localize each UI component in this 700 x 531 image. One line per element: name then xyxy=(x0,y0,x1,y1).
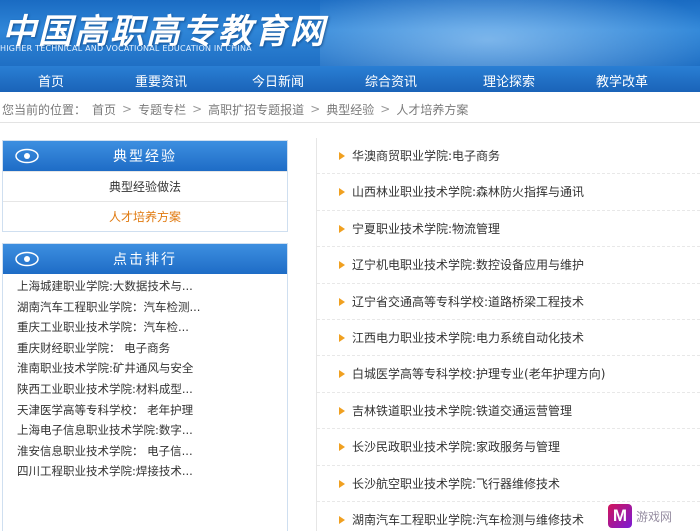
arrow-right-icon xyxy=(339,406,345,415)
ranking-item[interactable]: 淮安信息职业技术学院： 电子信... xyxy=(3,441,287,462)
breadcrumb-label: 您当前的位置： xyxy=(2,102,87,117)
article-list: 华澳商贸职业学院:电子商务 山西林业职业技术学院:森林防火指挥与通讯 宁夏职业技… xyxy=(316,138,700,531)
sidebar-link-talent-plan[interactable]: 人才培养方案 xyxy=(3,201,287,231)
breadcrumb-separator: > xyxy=(310,102,321,116)
list-item-title[interactable]: 辽宁省交通高等专科学校:道路桥梁工程技术 xyxy=(352,295,584,309)
list-item-title[interactable]: 吉林铁道职业技术学院:铁道交通运营管理 xyxy=(352,404,572,418)
breadcrumb: 您当前的位置： 首页 > 专题专栏 > 高职扩招专题报道 > 典型经验 > 人才… xyxy=(2,99,468,119)
ranking-item[interactable]: 重庆财经职业学院： 电子商务 xyxy=(3,338,287,359)
ranking-item[interactable]: 重庆工业职业技术学院：汽车检... xyxy=(3,317,287,338)
site-header: 中国高职高专教育网 HIGHER TECHNICAL AND VOCATIONA… xyxy=(0,0,700,66)
breadcrumb-item-home[interactable]: 首页 xyxy=(92,101,116,118)
sidebar-title: 点击排行 xyxy=(113,252,177,268)
breadcrumb-divider xyxy=(0,122,700,123)
sidebar-header: 典型经验 xyxy=(3,141,287,171)
breadcrumb-separator: > xyxy=(122,102,133,116)
list-item-title[interactable]: 湖南汽车工程职业学院:汽车检测与维修技术 xyxy=(352,513,584,527)
nav-item-general-news[interactable]: 综合资讯 xyxy=(365,71,417,90)
header-shine xyxy=(320,0,700,66)
list-item[interactable]: 白城医学高等专科学校:护理专业(老年护理方向) xyxy=(317,356,700,393)
nav-item-teaching-reform[interactable]: 教学改革 xyxy=(596,71,648,90)
sidebar-typical-experience: 典型经验 典型经验做法 人才培养方案 xyxy=(2,140,288,232)
arrow-right-icon xyxy=(339,152,345,160)
watermark-logo-icon xyxy=(608,504,632,528)
sidebar-title: 典型经验 xyxy=(113,149,177,165)
breadcrumb-item-talent-plan[interactable]: 人才培养方案 xyxy=(396,101,468,118)
list-item-title[interactable]: 宁夏职业技术学院:物流管理 xyxy=(352,222,500,236)
watermark-text: 游戏网 xyxy=(636,509,673,524)
breadcrumb-separator: > xyxy=(380,102,391,116)
arrow-right-icon xyxy=(339,479,345,488)
site-subtitle: HIGHER TECHNICAL AND VOCATIONAL EDUCATIO… xyxy=(0,44,252,53)
watermark: 游戏网 xyxy=(602,501,700,531)
arrow-right-icon xyxy=(339,333,345,342)
sidebar-click-ranking: 点击排行 上海城建职业学院:大数据技术与... 湖南汽车工程职业学院：汽车检测.… xyxy=(2,243,288,531)
breadcrumb-item-enrollment-report[interactable]: 高职扩招专题报道 xyxy=(208,101,304,118)
ranking-item[interactable]: 天津医学高等专科学校： 老年护理 xyxy=(3,400,287,421)
nav-item-today-news[interactable]: 今日新闻 xyxy=(252,71,304,90)
nav-item-home[interactable]: 首页 xyxy=(38,71,64,90)
breadcrumb-separator: > xyxy=(192,102,203,116)
arrow-right-icon xyxy=(339,224,345,233)
list-item-title[interactable]: 华澳商贸职业学院:电子商务 xyxy=(352,149,500,163)
list-item-title[interactable]: 长沙航空职业技术学院:飞行器维修技术 xyxy=(352,477,560,491)
list-item-title[interactable]: 白城医学高等专科学校:护理专业(老年护理方向) xyxy=(352,367,605,381)
ranking-item[interactable]: 上海城建职业学院:大数据技术与... xyxy=(3,276,287,297)
list-item[interactable]: 山西林业职业技术学院:森林防火指挥与通讯 xyxy=(317,174,700,211)
breadcrumb-item-topics[interactable]: 专题专栏 xyxy=(138,101,186,118)
arrow-right-icon xyxy=(339,188,345,197)
ranking-item[interactable]: 淮南职业技术学院:矿井通风与安全 xyxy=(3,358,287,379)
breadcrumb-item-typical-experience[interactable]: 典型经验 xyxy=(326,101,374,118)
ranking-list: 上海城建职业学院:大数据技术与... 湖南汽车工程职业学院：汽车检测... 重庆… xyxy=(3,274,287,482)
list-item[interactable]: 华澳商贸职业学院:电子商务 xyxy=(317,138,700,175)
nav-item-important-news[interactable]: 重要资讯 xyxy=(135,71,187,90)
list-item-title[interactable]: 辽宁机电职业技术学院:数控设备应用与维护 xyxy=(352,258,584,272)
list-item[interactable]: 辽宁机电职业技术学院:数控设备应用与维护 xyxy=(317,247,700,284)
ranking-item[interactable]: 湖南汽车工程职业学院：汽车检测... xyxy=(3,297,287,318)
arrow-right-icon xyxy=(339,297,345,306)
nav-item-theory[interactable]: 理论探索 xyxy=(483,71,535,90)
list-item[interactable]: 吉林铁道职业技术学院:铁道交通运营管理 xyxy=(317,393,700,430)
arrow-right-icon xyxy=(339,370,345,379)
list-item-title[interactable]: 江西电力职业技术学院:电力系统自动化技术 xyxy=(352,331,584,345)
list-item[interactable]: 辽宁省交通高等专科学校:道路桥梁工程技术 xyxy=(317,284,700,320)
arrow-right-icon xyxy=(339,261,345,270)
ranking-item[interactable]: 陕西工业职业技术学院:材料成型... xyxy=(3,379,287,400)
sidebar-link-typical-practice[interactable]: 典型经验做法 xyxy=(3,171,287,201)
list-item[interactable]: 江西电力职业技术学院:电力系统自动化技术 xyxy=(317,320,700,357)
list-item-title[interactable]: 山西林业职业技术学院:森林防火指挥与通讯 xyxy=(352,185,584,199)
arrow-right-icon xyxy=(339,515,345,524)
list-item-title[interactable]: 长沙民政职业技术学院:家政服务与管理 xyxy=(352,440,560,454)
list-item[interactable]: 长沙航空职业技术学院:飞行器维修技术 xyxy=(317,466,700,502)
list-item[interactable]: 宁夏职业技术学院:物流管理 xyxy=(317,211,700,248)
ranking-item[interactable]: 上海电子信息职业技术学院:数字... xyxy=(3,420,287,441)
list-item[interactable]: 长沙民政职业技术学院:家政服务与管理 xyxy=(317,429,700,466)
arrow-right-icon xyxy=(339,443,345,452)
sidebar-header: 点击排行 xyxy=(3,244,287,274)
main-nav: 首页 重要资讯 今日新闻 综合资讯 理论探索 教学改革 xyxy=(0,66,700,92)
ranking-item[interactable]: 四川工程职业技术学院:焊接技术... xyxy=(3,461,287,482)
